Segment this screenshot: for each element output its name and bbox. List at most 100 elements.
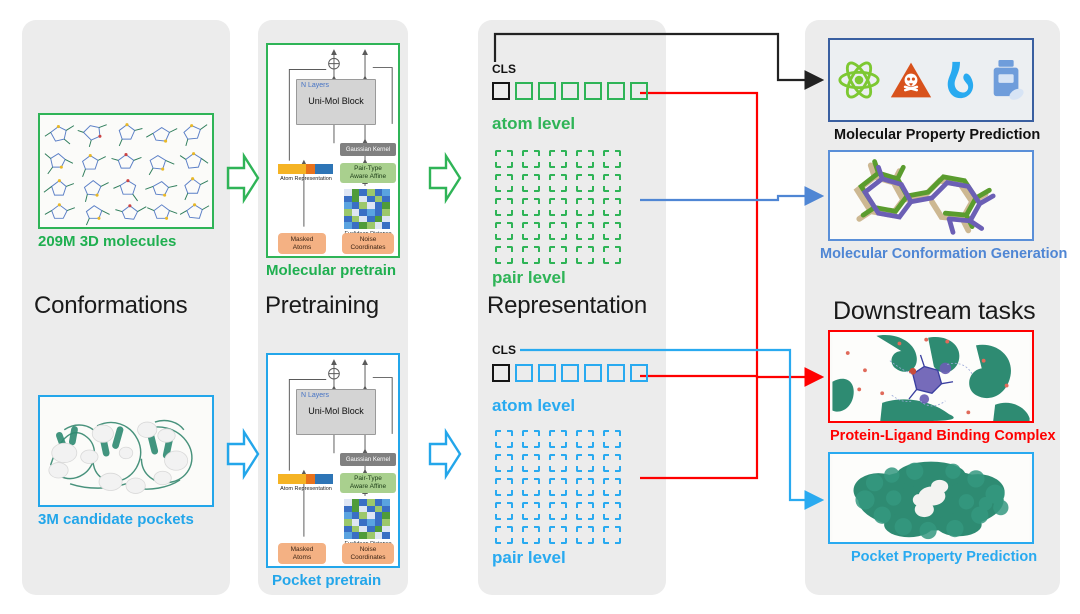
heatmap-cell [374,505,383,513]
task-label-molecular-conformation-generation: Molecular Conformation Generation [820,246,1068,262]
pair-token-box [549,502,567,520]
task-label-molecular-property-prediction: Molecular Property Prediction [834,127,1041,143]
noise-line-2: Coordinates [350,243,386,251]
pair-token-box [495,174,513,192]
pair-token-box [603,430,621,448]
noise-line-1-pocket: Noise [359,545,377,553]
noise-coordinates-block-pocket: Noise Coordinates [342,543,394,564]
atom-token-box [584,82,602,100]
pair-token-box [576,174,594,192]
pocket-atom-level-tokens [492,364,648,382]
heatmap-cell [344,195,352,203]
atom-token [305,474,315,484]
molecular-pair-level-label: pair level [492,268,566,287]
pair-token-box [576,222,594,240]
heatmap-cell [351,518,360,526]
heatmap-cell [351,505,360,513]
heatmap-cell [344,215,352,223]
pair-token-box [603,502,621,520]
heatmap-cell [366,512,375,519]
pair-token-box [522,454,540,472]
pair-token-box [576,454,594,472]
pair-token-box [576,430,594,448]
heatmap-cell [359,499,367,506]
heatmap-cell [382,208,390,216]
n-layers-label: N Layers [301,82,330,89]
pair-token-box [576,246,594,264]
heatmap-cell [344,189,352,196]
molecular-pretrain-caption: Molecular pretrain [266,262,397,279]
pair-token-box [603,150,621,168]
task-label-pocket-property-prediction: Pocket Property Prediction [851,549,1038,565]
pocket-pair-level-grid [495,430,621,544]
pair-token-box [603,222,621,240]
heatmap-cell [351,202,360,209]
heatmap-cell [351,512,360,519]
atom-token-box [515,364,533,382]
pair-token-box [495,502,513,520]
pair-token-box [603,246,621,264]
atom-token-box [561,82,579,100]
pair-token-box [495,198,513,216]
pair-token-box [549,174,567,192]
pair-token-box [495,222,513,240]
heatmap-cell [366,215,375,223]
stage-caption-representation: Representation [487,292,647,319]
task-molecular-conformation-generation [828,150,1034,241]
atom-token-box [607,82,625,100]
protein-ligand-image [832,332,1030,421]
atom-representation-tokens [278,164,334,174]
molecule-sketches [43,123,210,226]
heatmap-cell [366,532,375,539]
chevron-arrow-pockets-to-pretrain [226,427,260,481]
masked-atoms-block: Masked Atoms [278,233,326,254]
heatmap-cell [382,512,390,519]
noise-coordinates-block: Noise Coordinates [342,233,394,254]
stage-caption-pretraining: Pretraining [265,292,379,319]
pair-token-box [495,246,513,264]
pair-token-box [522,246,540,264]
heatmap-cell [351,222,360,229]
heatmap-cell [366,499,375,506]
affine-line-2: Aware Affine [349,173,387,180]
heatmap-cell [359,215,367,223]
chevron-arrow-pretrain-to-representation-mol [428,151,462,205]
pair-token-box [603,174,621,192]
masked-line-1-pocket: Masked [290,545,314,553]
atom-representation-caption: Atom Representation [280,176,332,182]
heatmap-cell [351,195,360,203]
pair-token-box [549,198,567,216]
molecular-atom-level-label: atom level [492,114,576,133]
heatmap-cell [382,525,390,533]
heatmap-cell [351,525,360,533]
heatmap-cell [374,208,383,216]
heatmap-cell [374,525,383,533]
pair-token-box [549,526,567,544]
atom-token [287,474,297,484]
pair-token-box [603,478,621,496]
heatmap-cell [382,195,390,203]
euclidean-distance-heatmap [344,189,390,229]
pair-type-aware-affine-block: Pair-Type Aware Affine [340,163,396,183]
heatmap-cell [374,499,383,506]
atom-token-box [584,364,602,382]
diagram-canvas: Conformations Pretraining Representation… [0,0,1080,614]
heatmap-cell [359,202,367,209]
heatmap-cell [366,222,375,229]
heatmap-cell [382,222,390,229]
heatmap-cell [351,499,360,506]
heatmap-cell [374,518,383,526]
heatmap-cell [366,525,375,533]
molecules-image [38,113,214,229]
task-pocket-property-prediction [828,452,1034,544]
pair-token-box [549,222,567,240]
property-icon-row [830,57,1032,103]
heatmap-cell [344,532,352,539]
heatmap-cell [382,532,390,539]
atom-token [314,164,324,174]
heatmap-cell [374,532,383,539]
atom-token [287,164,297,174]
gaussian-kernel-block: Gaussian Kernel [340,143,396,156]
heatmap-cell [374,222,383,229]
pair-token-box [576,526,594,544]
